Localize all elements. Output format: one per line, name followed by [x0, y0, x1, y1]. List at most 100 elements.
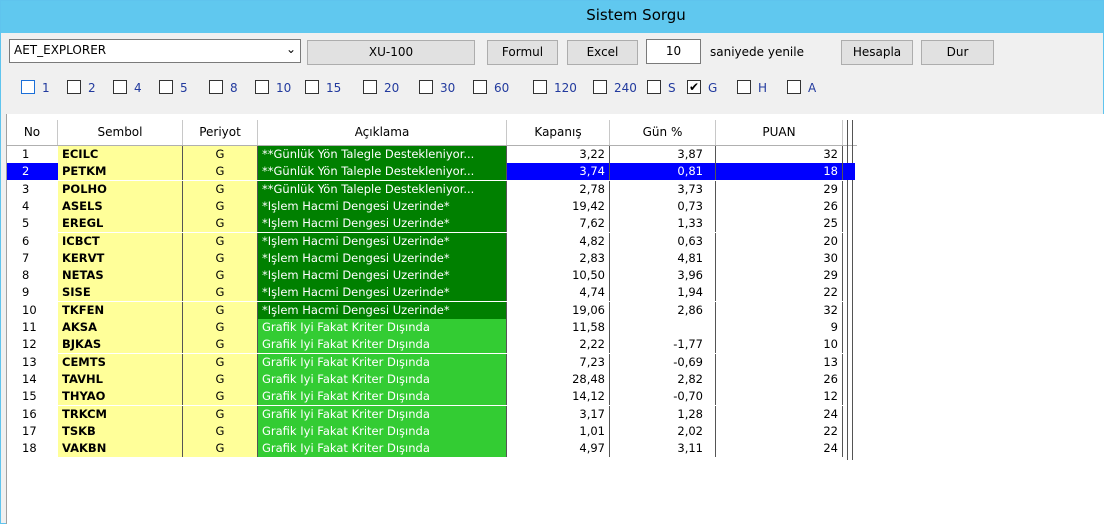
period-checkbox-5[interactable]: 5	[159, 80, 199, 96]
column-header-close[interactable]: Kapanış	[507, 120, 610, 146]
period-checkbox-30[interactable]: 30	[419, 80, 459, 96]
period-checkbox-s[interactable]: S	[647, 80, 687, 96]
period-checkbox-g[interactable]: ✔ G	[687, 80, 727, 96]
close-cell: 4,97	[507, 440, 610, 458]
checkbox-box[interactable]	[533, 80, 547, 94]
period-checkbox-240[interactable]: 240	[593, 80, 637, 96]
period-checkbox-label: H	[758, 81, 768, 95]
period-checkbox-10[interactable]: 10	[255, 80, 295, 96]
description-cell: *Işlem Hacmi Dengesi Uzerinde*	[258, 284, 507, 302]
table-row[interactable]: 3 POLHO G **Günlük Yön Taleple Destekleniyo…	[7, 180, 855, 198]
period-checkbox-15[interactable]: 15	[305, 80, 345, 96]
row-number: 3	[22, 181, 30, 196]
checkbox-box[interactable]	[419, 80, 433, 94]
row-number: 13	[22, 354, 37, 369]
period-checkbox-20[interactable]: 20	[363, 80, 403, 96]
score-cell: 25	[716, 215, 843, 233]
day-change-cell: 4,81	[610, 249, 716, 267]
table-row[interactable]: 8 NETAS G *Işlem Hacmi Dengesi Uzerinde* 10,…	[7, 267, 855, 285]
period-checkbox-60[interactable]: 60	[473, 80, 513, 96]
table-row[interactable]: 1 ECILC G **Günlük Yön Talegle Destekleniyo…	[7, 146, 855, 163]
checkbox-box[interactable]	[67, 80, 81, 94]
table-row[interactable]: 10 TKFEN G *Işlem Hacmi Dengesi Uzerinde* 19…	[7, 301, 855, 319]
row-number: 10	[22, 302, 37, 317]
period-cell: G	[183, 422, 258, 440]
title-bar[interactable]: Sistem Sorgu	[1, 1, 1103, 33]
table-row[interactable]: 11 AKSA G Grafik Iyi Fakat Kriter Dışında 11…	[7, 319, 855, 336]
score-cell: 13	[716, 353, 843, 371]
period-checkbox-label: A	[808, 81, 817, 95]
calculate-button[interactable]: Hesapla	[841, 40, 913, 65]
table-row[interactable]: 18 VAKBN G Grafik Iyi Fakat Kriter Dışında 4…	[7, 440, 855, 458]
period-checkbox-2[interactable]: 2	[67, 80, 107, 96]
close-cell: 10,50	[507, 267, 610, 285]
period-cell: G	[183, 180, 258, 198]
row-number: 17	[22, 423, 37, 438]
table-row[interactable]: 4 ASELS G *Işlem Hacmi Dengesi Uzerinde* 19,…	[7, 197, 855, 215]
checkbox-box[interactable]	[363, 80, 377, 94]
excel-button[interactable]: Excel	[567, 40, 638, 65]
index-button[interactable]: XU-100	[307, 40, 475, 65]
period-checkbox-1[interactable]: 1	[21, 80, 61, 96]
checkbox-box[interactable]	[159, 80, 173, 94]
template-select[interactable]: AET_EXPLORER ⌄	[9, 39, 301, 63]
close-cell: 3,74	[507, 163, 610, 181]
description-cell: Grafik Iyi Fakat Kriter Dışında	[258, 388, 507, 406]
table-row[interactable]: 6 ICBCT G *Işlem Hacmi Dengesi Uzerinde* 4,8…	[7, 232, 855, 250]
stop-button[interactable]: Dur	[921, 40, 994, 65]
table-row[interactable]: 13 CEMTS G Grafik Iyi Fakat Kriter Dışında 7…	[7, 353, 855, 371]
table-row[interactable]: 9 SISE G *Işlem Hacmi Dengesi Uzerinde* 4,74…	[7, 284, 855, 302]
formula-button[interactable]: Formul	[487, 40, 558, 65]
checkbox-box[interactable]	[647, 80, 661, 94]
table-row[interactable]: 2 PETKM G **Günlük Yön Taleple Destekleniyo…	[7, 163, 855, 181]
checkbox-box[interactable]	[255, 80, 269, 94]
row-number: 2	[22, 164, 30, 179]
period-checkbox-label: 240	[614, 81, 637, 95]
checkbox-box[interactable]	[737, 80, 751, 94]
period-checkbox-120[interactable]: 120	[533, 80, 577, 96]
score-cell: 26	[716, 370, 843, 388]
table-row[interactable]: 16 TRKCM G Grafik Iyi Fakat Kriter Dışında 3…	[7, 405, 855, 423]
day-change-cell: 0,81	[610, 163, 716, 181]
chevron-down-icon[interactable]: ⌄	[286, 42, 296, 56]
score-cell: 12	[716, 388, 843, 406]
checkbox-box[interactable]	[473, 80, 487, 94]
checkmark-icon[interactable]: ✔	[687, 80, 701, 94]
refresh-seconds-input[interactable]: 10	[646, 39, 701, 64]
column-header-no[interactable]: No	[7, 120, 58, 146]
symbol-cell: PETKM	[58, 163, 183, 181]
description-cell: **Günlük Yön Taleple Destekleniyor...	[258, 163, 507, 181]
period-checkbox-4[interactable]: 4	[113, 80, 153, 96]
score-cell: 20	[716, 232, 843, 250]
period-checkbox-h[interactable]: H	[737, 80, 777, 96]
period-checkbox-8[interactable]: 8	[209, 80, 249, 96]
table-row[interactable]: 15 THYAO G Grafik Iyi Fakat Kriter Dışında 1…	[7, 388, 855, 406]
column-header-period[interactable]: Periyot	[183, 120, 258, 146]
checkbox-box[interactable]	[787, 80, 801, 94]
checkbox-box[interactable]	[593, 80, 607, 94]
score-cell: 24	[716, 440, 843, 458]
table-row[interactable]: 17 TSKB G Grafik Iyi Fakat Kriter Dışında 1,…	[7, 422, 855, 440]
period-cell: G	[183, 319, 258, 336]
period-cell: G	[183, 197, 258, 215]
close-cell: 11,58	[507, 319, 610, 336]
period-checkbox-a[interactable]: A	[787, 80, 827, 96]
table-row[interactable]: 5 EREGL G *Işlem Hacmi Dengesi Uzerinde* 7,6…	[7, 215, 855, 233]
checkbox-box[interactable]	[305, 80, 319, 94]
day-change-cell: 3,96	[610, 267, 716, 285]
column-header-score[interactable]: PUAN	[716, 120, 843, 146]
results-table: No Sembol Periyot Açıklama Kapanış Gün %…	[6, 114, 1104, 524]
column-header-description[interactable]: Açıklama	[258, 120, 507, 146]
table-row[interactable]: 7 KERVT G *Işlem Hacmi Dengesi Uzerinde* 2,8…	[7, 249, 855, 267]
table-row[interactable]: 12 BJKAS G Grafik Iyi Fakat Kriter Dışında 2…	[7, 336, 855, 354]
description-cell: Grafik Iyi Fakat Kriter Dışında	[258, 405, 507, 423]
table-row[interactable]: 14 TAVHL G Grafik Iyi Fakat Kriter Dışında 2…	[7, 370, 855, 388]
window-title: Sistem Sorgu	[586, 6, 686, 24]
checkbox-box[interactable]	[209, 80, 223, 94]
symbol-cell: KERVT	[58, 249, 183, 267]
column-header-day-change[interactable]: Gün %	[610, 120, 716, 146]
checkbox-box[interactable]	[113, 80, 127, 94]
symbol-cell: SISE	[58, 284, 183, 302]
checkbox-box[interactable]	[21, 80, 35, 94]
column-header-symbol[interactable]: Sembol	[58, 120, 183, 146]
